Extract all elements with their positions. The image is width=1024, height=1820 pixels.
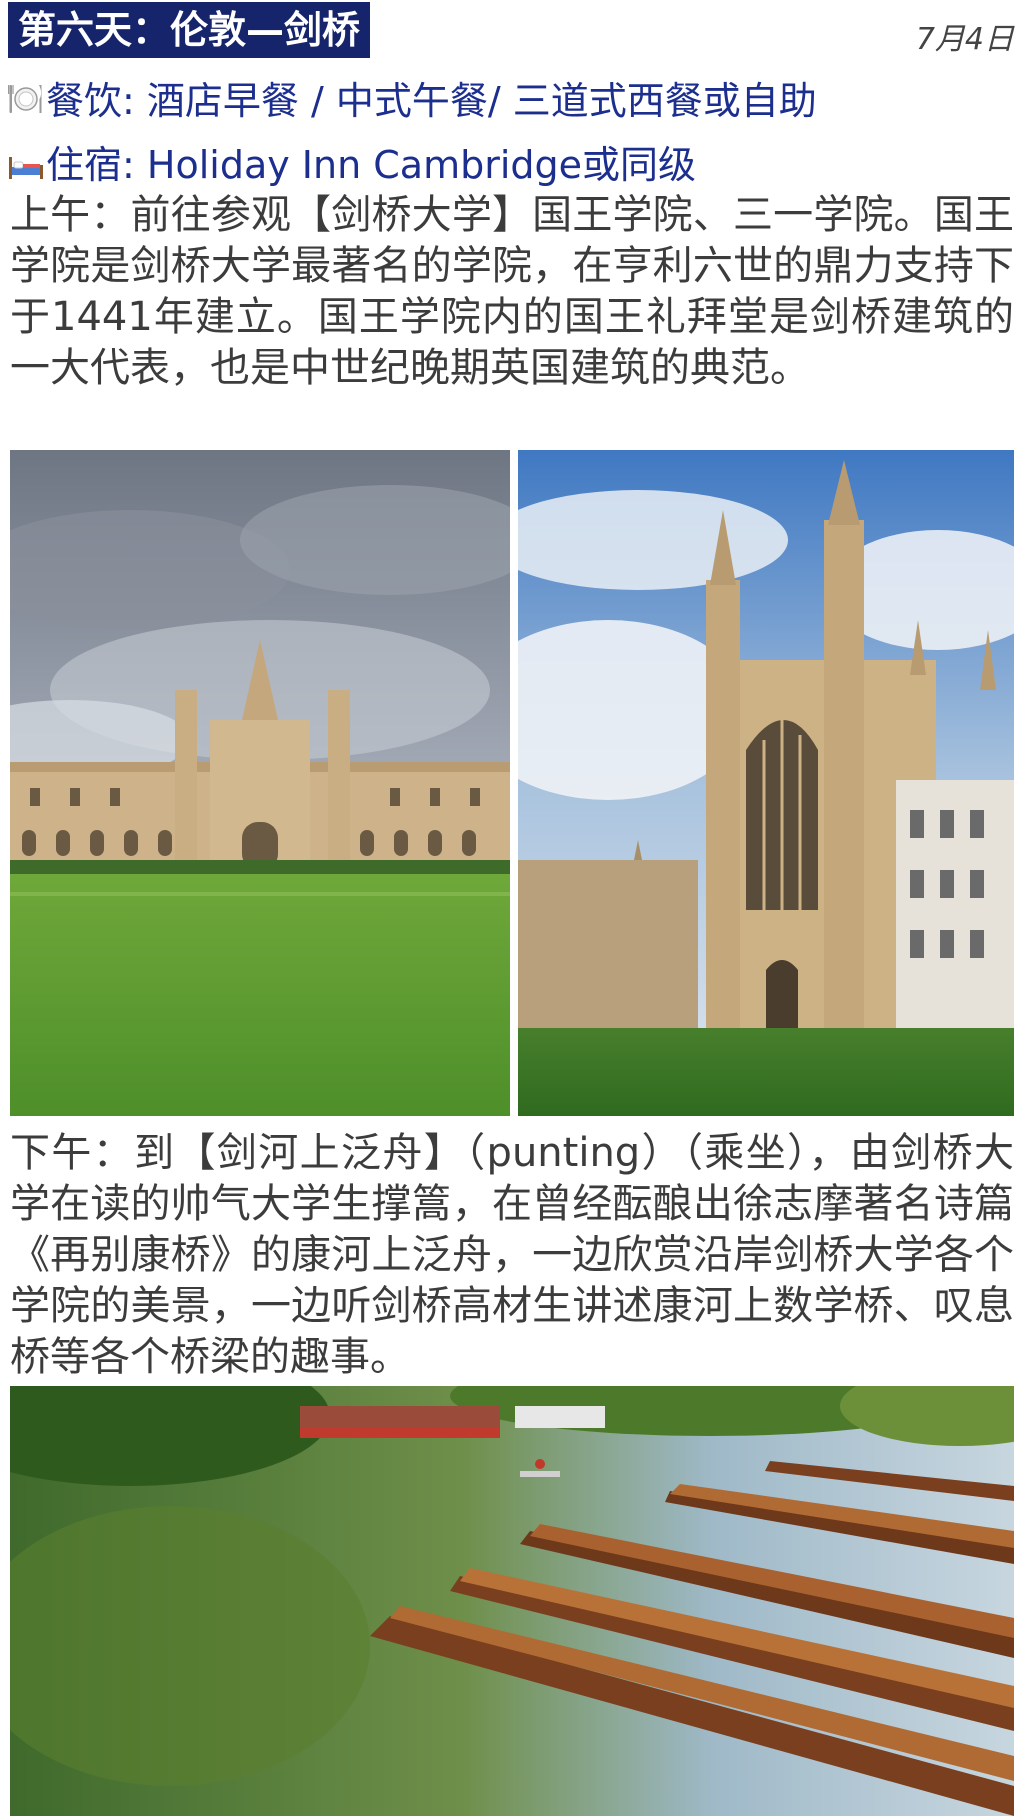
afternoon-paragraph: 下午：到【剑河上泛舟】（punting）（乘坐），由剑桥大学在读的帅气大学生撑篙… bbox=[10, 1130, 1014, 1380]
morning-paragraph: 上午：前往参观【剑桥大学】国王学院、三一学院。国王学院是剑桥大学最著名的学院，在… bbox=[10, 192, 1014, 391]
chapel-photo bbox=[518, 450, 1014, 1116]
date-label: 7月4日 bbox=[915, 22, 1014, 57]
plate-fork-knife-icon bbox=[8, 81, 44, 126]
punts-photo bbox=[10, 1386, 1014, 1816]
lodging-text: 住宿: Holiday Inn Cambridge或同级 bbox=[46, 143, 697, 187]
lodging-line: 住宿: Holiday Inn Cambridge或同级 bbox=[8, 134, 696, 190]
meals-line: 餐饮: 酒店早餐 / 中式午餐/ 三道式西餐或自助 bbox=[8, 70, 817, 126]
meals-text: 餐饮: 酒店早餐 / 中式午餐/ 三道式西餐或自助 bbox=[46, 79, 817, 123]
day-title: 第六天：伦敦—剑桥 bbox=[8, 2, 371, 58]
bed-icon bbox=[8, 146, 44, 190]
college-photo bbox=[10, 450, 510, 1116]
